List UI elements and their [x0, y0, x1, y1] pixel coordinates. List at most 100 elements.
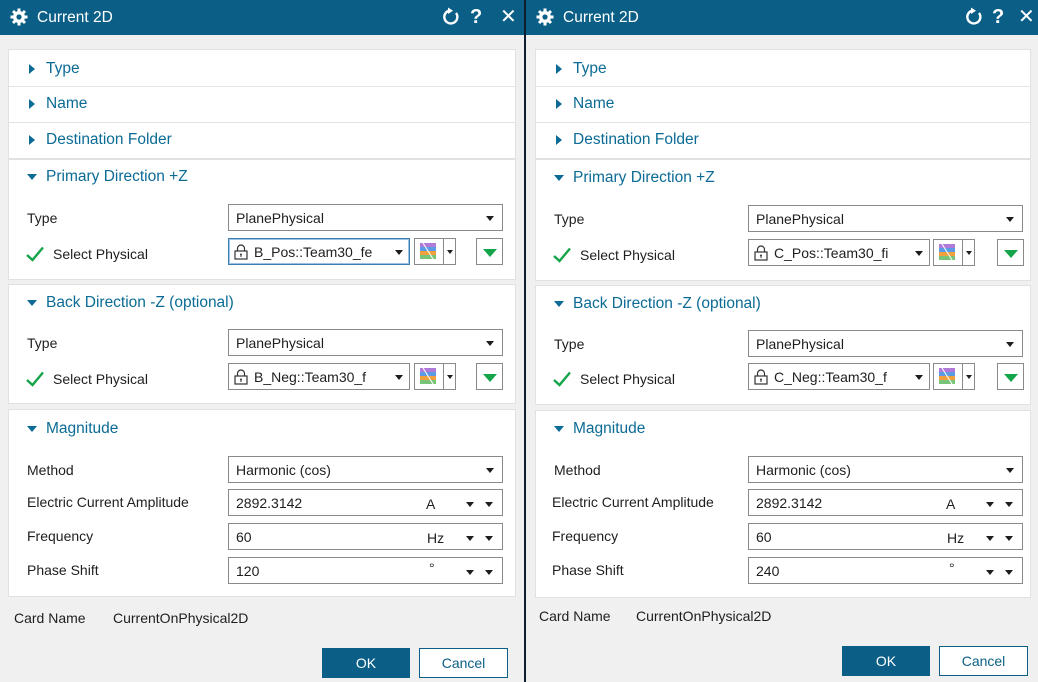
expand-arrow-icon: [29, 64, 35, 74]
phase-shift-unit: °: [429, 560, 435, 576]
chevron-down-icon: [1006, 468, 1014, 473]
amplitude-unit: A: [426, 496, 436, 512]
amplitude-input[interactable]: 2892.3142 A: [228, 489, 503, 516]
chevron-down-icon: [486, 216, 494, 221]
options-dropdown-icon[interactable]: [1005, 536, 1013, 541]
list-toggle-button[interactable]: [997, 363, 1024, 390]
section-magnitude[interactable]: Magnitude: [536, 412, 1030, 446]
selection-filter-icon: [939, 367, 955, 385]
select-physical-label: Select Physical: [53, 371, 148, 387]
checkmark-icon: [26, 246, 44, 262]
phase-shift-input[interactable]: 120 °: [228, 557, 503, 584]
select-physical-field[interactable]: B_Neg::Team30_f: [228, 363, 410, 390]
help-icon[interactable]: ?: [470, 6, 482, 28]
general-sections-panel: Type Name Destination Folder: [535, 49, 1031, 159]
lock-icon: [234, 244, 248, 260]
list-toggle-button[interactable]: [476, 363, 503, 390]
ok-button[interactable]: OK: [322, 648, 410, 678]
cancel-button[interactable]: Cancel: [419, 648, 508, 678]
select-physical-field[interactable]: C_Neg::Team30_f: [748, 363, 930, 390]
chevron-down-icon: [447, 250, 453, 254]
list-toggle-button[interactable]: [476, 238, 503, 265]
chevron-down-icon: [395, 250, 403, 255]
selection-filter-icon: [420, 242, 436, 260]
options-dropdown-icon[interactable]: [485, 536, 493, 541]
expand-arrow-icon: [556, 64, 562, 74]
back-direction-panel: Back Direction -Z (optional) Type PlaneP…: [535, 285, 1031, 405]
collapse-arrow-icon: [554, 301, 564, 307]
selection-filter-icon: [939, 243, 955, 261]
select-physical-field[interactable]: C_Pos::Team30_fi: [748, 239, 930, 266]
green-down-icon: [1004, 374, 1018, 382]
type-label: Type: [554, 211, 585, 227]
section-type[interactable]: Type: [536, 52, 1030, 86]
frequency-unit: Hz: [427, 530, 445, 546]
section-type[interactable]: Type: [9, 52, 515, 86]
select-physical-field[interactable]: B_Pos::Team30_fe: [228, 238, 410, 265]
amplitude-unit: A: [946, 496, 956, 512]
type-label: Type: [27, 210, 58, 226]
selection-filter-dropdown[interactable]: [933, 239, 975, 266]
amplitude-input[interactable]: 2892.3142 A: [748, 489, 1023, 516]
phase-shift-input[interactable]: 240 °: [748, 557, 1023, 584]
collapse-arrow-icon: [554, 426, 564, 432]
close-icon[interactable]: ✕: [500, 6, 517, 28]
chevron-down-icon: [966, 375, 972, 379]
selection-filter-dropdown[interactable]: [933, 363, 975, 390]
section-primary-direction[interactable]: Primary Direction +Z: [536, 161, 1030, 195]
unit-dropdown-icon[interactable]: [466, 536, 474, 541]
options-dropdown-icon[interactable]: [1005, 570, 1013, 575]
section-primary-direction[interactable]: Primary Direction +Z: [9, 160, 515, 194]
phase-shift-label: Phase Shift: [552, 562, 624, 578]
reset-icon[interactable]: [441, 7, 461, 27]
general-sections-panel: Type Name Destination Folder: [8, 49, 516, 159]
select-physical-label: Select Physical: [580, 371, 675, 387]
unit-dropdown-icon[interactable]: [466, 570, 474, 575]
amplitude-label: Electric Current Amplitude: [27, 494, 189, 510]
frequency-input[interactable]: 60 Hz: [228, 523, 503, 550]
collapse-arrow-icon: [554, 175, 564, 181]
chevron-down-icon: [1006, 342, 1014, 347]
type-dropdown[interactable]: PlanePhysical: [228, 329, 503, 356]
method-dropdown[interactable]: Harmonic (cos): [228, 456, 503, 483]
checkmark-icon: [26, 371, 44, 387]
phase-shift-unit: °: [949, 560, 955, 576]
magnitude-panel: Magnitude Method Harmonic (cos) Electric…: [8, 409, 516, 597]
cancel-button[interactable]: Cancel: [939, 646, 1028, 676]
checkmark-icon: [553, 247, 571, 263]
type-dropdown[interactable]: PlanePhysical: [748, 330, 1023, 357]
chevron-down-icon: [447, 375, 453, 379]
dialog-title: Current 2D: [37, 9, 113, 26]
help-icon[interactable]: ?: [992, 6, 1004, 28]
lock-icon: [754, 369, 768, 385]
card-name-label: Card Name: [539, 608, 611, 624]
list-toggle-button[interactable]: [997, 239, 1024, 266]
section-destination-folder[interactable]: Destination Folder: [9, 123, 515, 157]
expand-arrow-icon: [29, 135, 35, 145]
section-back-direction[interactable]: Back Direction -Z (optional): [9, 286, 515, 320]
section-magnitude[interactable]: Magnitude: [9, 412, 515, 446]
phase-shift-label: Phase Shift: [27, 562, 99, 578]
section-back-direction[interactable]: Back Direction -Z (optional): [536, 287, 1030, 321]
unit-dropdown-icon[interactable]: [986, 502, 994, 507]
unit-dropdown-icon[interactable]: [986, 536, 994, 541]
ok-button[interactable]: OK: [842, 646, 930, 676]
section-name[interactable]: Name: [536, 87, 1030, 121]
type-dropdown[interactable]: PlanePhysical: [748, 205, 1023, 232]
collapse-arrow-icon: [27, 174, 37, 180]
unit-dropdown-icon[interactable]: [466, 502, 474, 507]
reset-icon[interactable]: [964, 7, 984, 27]
options-dropdown-icon[interactable]: [485, 502, 493, 507]
method-dropdown[interactable]: Harmonic (cos): [748, 456, 1023, 483]
options-dropdown-icon[interactable]: [485, 570, 493, 575]
close-icon[interactable]: ✕: [1018, 6, 1035, 28]
frequency-input[interactable]: 60 Hz: [748, 523, 1023, 550]
section-name[interactable]: Name: [9, 87, 515, 121]
type-dropdown[interactable]: PlanePhysical: [228, 204, 503, 231]
selection-filter-dropdown[interactable]: [414, 363, 456, 390]
options-dropdown-icon[interactable]: [1005, 502, 1013, 507]
unit-dropdown-icon[interactable]: [986, 570, 994, 575]
collapse-arrow-icon: [27, 426, 37, 432]
selection-filter-dropdown[interactable]: [414, 238, 456, 265]
section-destination-folder[interactable]: Destination Folder: [536, 123, 1030, 157]
